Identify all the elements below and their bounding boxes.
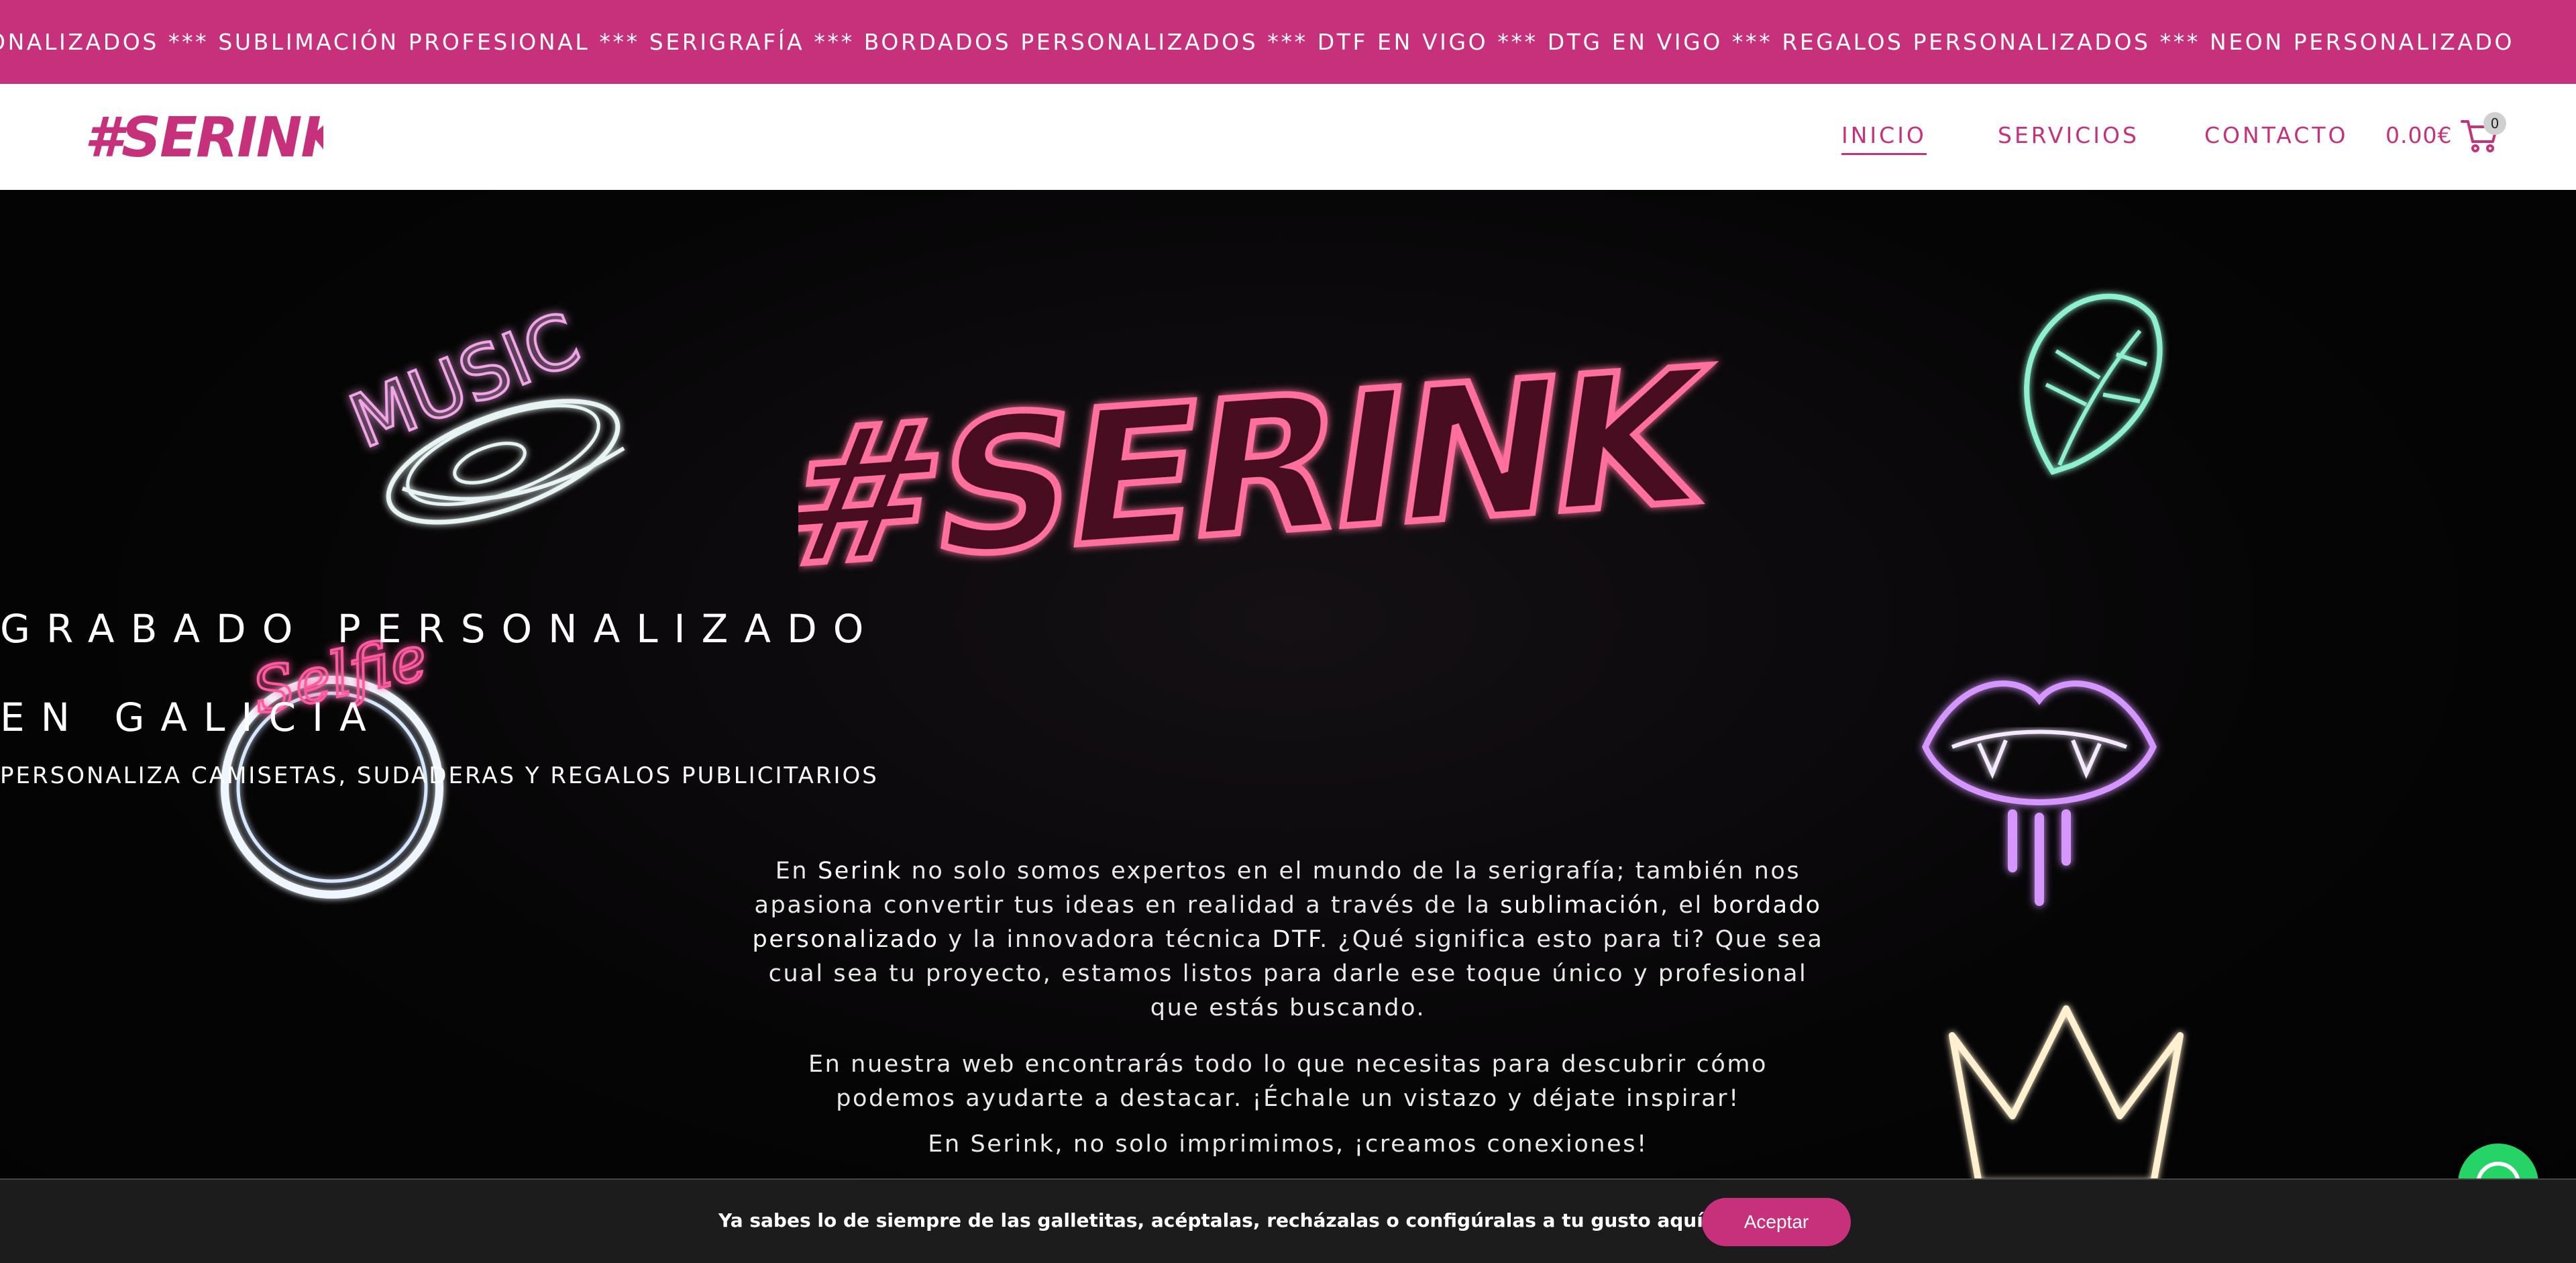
logo-text: #SERINK [85, 106, 323, 170]
nav-inicio[interactable]: INICIO [1841, 122, 1927, 155]
hero-subtitle: PERSONALIZA CAMISETAS, SUDADERAS Y REGAL… [0, 762, 879, 789]
cart-count-badge: 0 [2483, 112, 2506, 135]
site-logo[interactable]: #SERINK [82, 104, 323, 171]
cookie-message: Ya sabes lo de siempre de las galletitas… [718, 1209, 1793, 1231]
neon-logo-text: #SERINK [798, 331, 1724, 586]
cart-amount[interactable]: 0.00€ [2385, 122, 2452, 148]
neon-serink-logo: #SERINK [798, 331, 1727, 586]
promo-marquee: ONALIZADOS *** SUBLIMACIÓN PROFESIONAL *… [0, 0, 2576, 84]
hero-title-line1: GRABADO PERSONALIZADO [0, 606, 880, 652]
site-header: #SERINK INICIO SERVICIOS CONTACTO 0.00€ … [0, 84, 2576, 190]
nav-servicios[interactable]: SERVICIOS [1998, 122, 2139, 148]
neon-music-text: MUSIC [338, 296, 591, 464]
nav-contacto[interactable]: CONTACTO [2204, 122, 2348, 148]
neon-music-record-icon: MUSIC [337, 295, 625, 525]
hero-intro-paragraph: En Serink no solo somos expertos en el m… [752, 858, 1824, 1021]
hero-title-line2: EN GALICIA [0, 695, 382, 740]
hero-paragraph-2: En nuestra web encontrarás todo lo que n… [808, 1051, 1768, 1112]
neon-leaf-icon [2024, 293, 2163, 475]
cookie-banner: Ya sabes lo de siempre de las galletitas… [0, 1178, 2576, 1263]
cookie-accept-button[interactable]: Aceptar [1702, 1198, 1851, 1246]
marquee-text: ONALIZADOS *** SUBLIMACIÓN PROFESIONAL *… [0, 29, 2515, 55]
hero-section: MUSIC Selfie #SERINK GRABADO PERSONALIZA… [0, 190, 2576, 1263]
hero-paragraph-3: En Serink, no solo imprimimos, ¡creamos … [928, 1131, 1648, 1158]
